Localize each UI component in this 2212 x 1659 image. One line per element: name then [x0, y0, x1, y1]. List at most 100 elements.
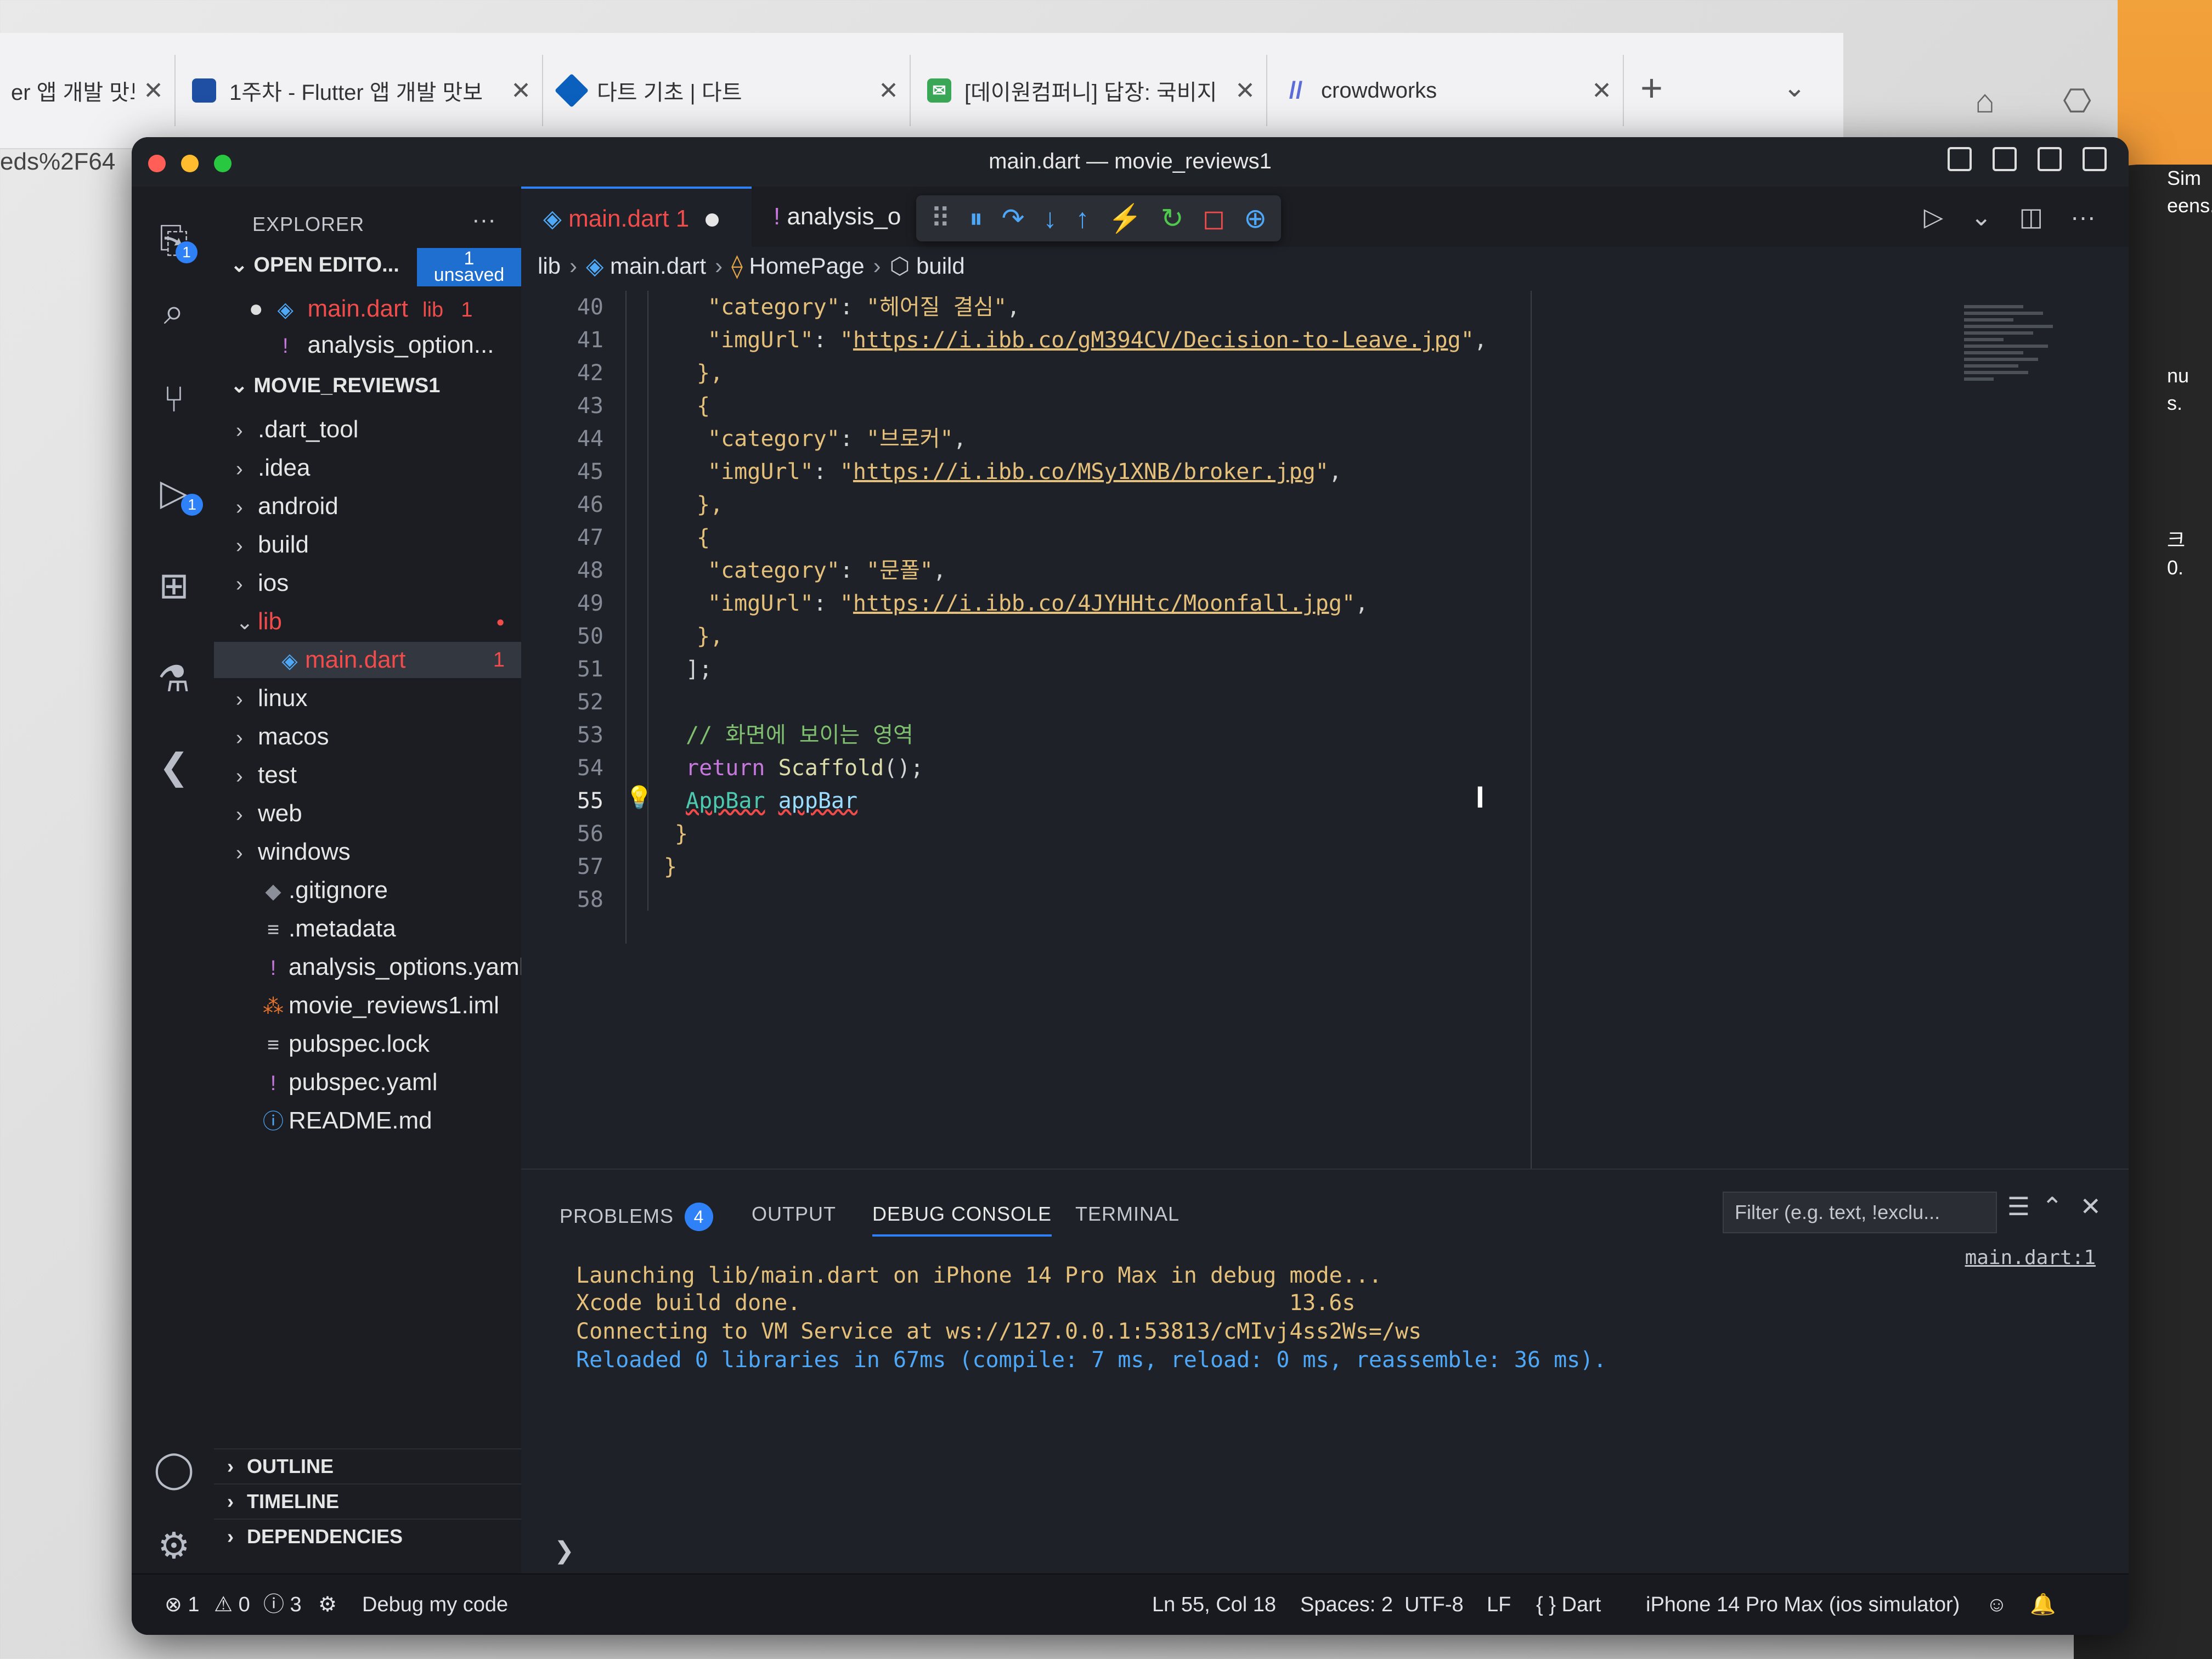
close-icon[interactable]: ✕ — [878, 77, 899, 105]
tree-item[interactable]: ⁂ movie_reviews1.iml — [214, 988, 521, 1024]
notifications-bell-icon[interactable]: 🔔 — [2030, 1575, 2056, 1635]
chevron-right-icon: › — [236, 458, 243, 481]
console-prompt-icon[interactable]: ❯ — [554, 1537, 574, 1565]
step-out-icon[interactable]: ↑ — [1076, 195, 1090, 241]
new-tab-button[interactable]: + — [1640, 66, 1663, 110]
timeline-section[interactable]: › TIMELINE — [214, 1483, 521, 1519]
tab-output[interactable]: OUTPUT — [752, 1203, 836, 1226]
tree-item[interactable]: › ios — [214, 565, 521, 601]
camera-icon[interactable]: ⎔ — [2063, 82, 2091, 121]
infos-status[interactable]: ⓘ 3 — [263, 1575, 302, 1635]
project-section[interactable]: ⌄ MOVIE_REVIEWS1 — [230, 373, 440, 398]
maximize-panel-icon[interactable]: ⌃ — [2041, 1192, 2063, 1221]
home-icon[interactable]: ⌂ — [1975, 82, 1995, 120]
tab-debug-console[interactable]: DEBUG CONSOLE — [872, 1203, 1052, 1237]
close-icon[interactable]: ✕ — [511, 77, 531, 105]
language-status[interactable]: { } Dart — [1536, 1575, 1601, 1635]
tree-item[interactable]: ! analysis_options.yaml — [214, 949, 525, 985]
tree-item[interactable]: ≡ .metadata — [214, 911, 521, 947]
drag-handle-icon[interactable]: ⠿ — [930, 195, 951, 241]
step-over-icon[interactable]: ↷ — [1002, 195, 1025, 241]
outline-section[interactable]: › OUTLINE — [214, 1448, 521, 1483]
source-link[interactable]: main.dart:1 — [1965, 1246, 2096, 1269]
eol-status[interactable]: LF — [1487, 1575, 1511, 1635]
tree-item[interactable]: ◆ .gitignore — [214, 872, 521, 909]
settings-gear-icon[interactable]: ⚙ — [154, 1525, 194, 1566]
browser-tab[interactable]: er 앱 개발 맛보 ✕ — [0, 55, 176, 126]
tree-item[interactable]: › windows — [214, 834, 521, 870]
debug-config-status[interactable]: Debug my code — [362, 1575, 508, 1635]
tree-item-label: .metadata — [289, 915, 396, 942]
search-icon[interactable]: ⌕ — [154, 291, 194, 331]
feedback-icon[interactable]: ☺ — [1986, 1575, 2007, 1635]
tree-item[interactable]: › web — [214, 795, 521, 832]
tree-item[interactable]: › linux — [214, 680, 521, 716]
indentation-status[interactable]: Spaces: 2 — [1300, 1575, 1393, 1635]
tree-item[interactable]: › .idea — [214, 450, 521, 486]
lightbulb-icon[interactable]: 💡 — [625, 785, 653, 810]
tab-analysis-options[interactable]: ! analysis_o — [752, 187, 927, 247]
warnings-status[interactable]: ⚠ 0 — [214, 1575, 250, 1635]
step-into-icon[interactable]: ↓ — [1043, 195, 1057, 241]
breadcrumb-item[interactable]: HomePage — [749, 253, 865, 279]
flutter-icon[interactable]: ❮ — [154, 746, 194, 787]
tree-item[interactable]: › test — [214, 757, 521, 793]
tree-item[interactable]: ⌄ lib ● — [214, 603, 521, 640]
code-area[interactable]: 40 "category": "헤어질 결심", 41 "imgUrl": "http… — [521, 291, 2129, 1169]
browser-tab[interactable]: ✉ [데이원컴퍼니] 답장: 국비지 ✕ — [916, 55, 1267, 126]
tree-item[interactable]: › android — [214, 488, 521, 524]
close-icon[interactable]: ✕ — [1592, 77, 1612, 105]
more-actions-icon[interactable]: ··· — [472, 206, 496, 234]
errors-status[interactable]: ⊗ 1 — [165, 1575, 200, 1635]
more-actions-icon[interactable]: ··· — [2070, 202, 2096, 232]
stop-icon[interactable]: ◻ — [1203, 195, 1226, 241]
breadcrumb-item[interactable]: lib — [538, 253, 561, 279]
encoding-status[interactable]: UTF-8 — [1404, 1575, 1464, 1635]
browser-tab[interactable]: 1주차 - Flutter 앱 개발 맛보 ✕ — [181, 55, 543, 126]
browser-tab[interactable]: 다트 기초 | 다트 ✕ — [549, 55, 911, 126]
tree-item[interactable]: › macos — [214, 719, 521, 755]
split-editor-icon[interactable]: ◫ — [2019, 202, 2043, 232]
close-panel-icon[interactable]: ✕ — [2080, 1192, 2101, 1221]
device-status[interactable]: iPhone 14 Pro Max (ios simulator) — [1646, 1575, 1960, 1635]
open-editor-item[interactable]: ● ◈ main.dart lib 1 — [214, 291, 521, 327]
browser-tab[interactable]: // crowdworks ✕ — [1273, 55, 1624, 126]
word-wrap-icon[interactable]: ☰ — [2007, 1192, 2030, 1221]
tab-problems[interactable]: PROBLEMS 4 — [560, 1203, 714, 1231]
restart-icon[interactable]: ↻ — [1161, 195, 1184, 241]
tree-item[interactable]: ! pubspec.yaml — [214, 1064, 521, 1101]
close-icon[interactable]: ✕ — [1235, 77, 1255, 105]
open-editors-section[interactable]: ⌄ OPEN EDITO... — [230, 252, 399, 277]
devtools-icon[interactable]: ⊕ — [1244, 195, 1267, 241]
tree-item[interactable]: › .dart_tool — [214, 411, 521, 448]
toggle-sidebar-icon[interactable] — [1948, 147, 1972, 171]
pause-icon[interactable]: ⏸ — [969, 195, 983, 241]
console-filter-input[interactable]: Filter (e.g. text, !exclu... — [1723, 1192, 1997, 1233]
testing-icon[interactable]: ⚗ — [154, 658, 194, 699]
source-control-icon[interactable]: ⑂ — [154, 379, 194, 419]
open-editor-item[interactable]: ! analysis_option... — [214, 327, 521, 363]
close-icon[interactable]: ✕ — [143, 77, 163, 105]
customize-layout-icon[interactable] — [2083, 147, 2107, 171]
dependencies-section[interactable]: › DEPENDENCIES — [214, 1519, 521, 1554]
breadcrumb-item[interactable]: build — [916, 253, 965, 279]
run-dropdown-icon[interactable]: ⌄ — [1971, 202, 1992, 232]
hot-reload-icon[interactable]: ⚡ — [1108, 195, 1142, 241]
run-icon[interactable]: ▷ — [1924, 202, 1943, 232]
breadcrumb-item[interactable]: main.dart — [610, 253, 706, 279]
tree-item[interactable]: › build — [214, 527, 521, 563]
code-token: : — [813, 459, 840, 484]
tree-item[interactable]: ◈ main.dart 1 — [214, 642, 521, 678]
minimap[interactable] — [1964, 302, 2063, 609]
tree-item[interactable]: ≡ pubspec.lock — [214, 1026, 521, 1062]
tab-main-dart[interactable]: ◈ main.dart 1 — [521, 187, 752, 247]
toggle-panel-icon[interactable] — [1993, 147, 2017, 171]
cursor-position-status[interactable]: Ln 55, Col 18 — [1152, 1575, 1276, 1635]
explorer-sidebar: EXPLORER ··· ⌄ OPEN EDITO... 1 unsaved ●… — [214, 187, 525, 1575]
tree-item[interactable]: ⓘ README.md — [214, 1103, 521, 1139]
tab-list-dropdown[interactable]: ⌄ — [1783, 71, 1806, 103]
toggle-secondary-sidebar-icon[interactable] — [2038, 147, 2062, 171]
extensions-icon[interactable]: ⊞ — [154, 565, 194, 606]
account-icon[interactable]: ◯ — [154, 1448, 194, 1489]
tab-terminal[interactable]: TERMINAL — [1075, 1203, 1180, 1226]
